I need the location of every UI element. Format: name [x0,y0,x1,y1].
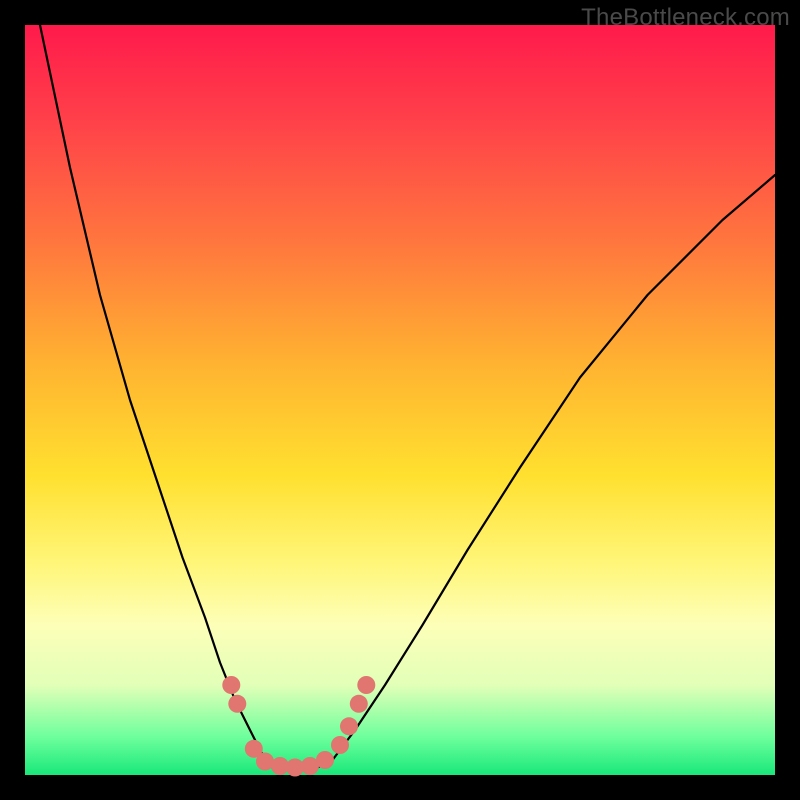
highlight-marker [331,736,349,754]
curve-svg [25,25,775,775]
curve-lines [40,25,775,769]
chart-frame: TheBottleneck.com [0,0,800,800]
highlight-marker [316,751,334,769]
bottleneck-curve [40,25,775,769]
watermark-text: TheBottleneck.com [581,4,790,32]
plot-area [25,25,775,775]
curve-markers [222,676,375,777]
highlight-marker [228,695,246,713]
highlight-marker [357,676,375,694]
highlight-marker [340,717,358,735]
highlight-marker [222,676,240,694]
highlight-marker [350,695,368,713]
